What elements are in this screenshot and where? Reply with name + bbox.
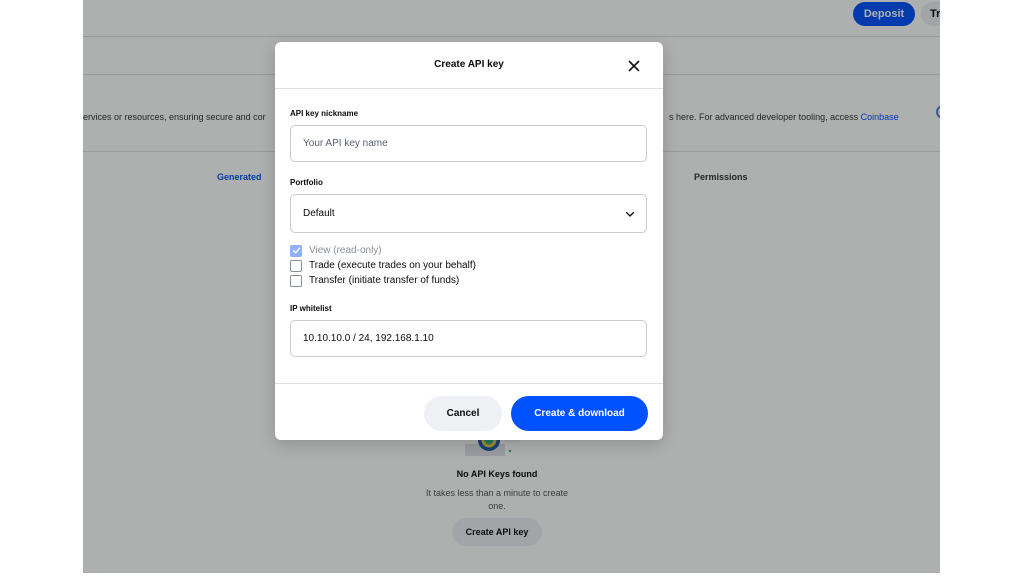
checkbox-label: Trade (execute trades on your behalf): [309, 260, 476, 271]
checkbox[interactable]: [290, 244, 302, 257]
portfolio-select[interactable]: Default: [290, 194, 647, 233]
api-key-nickname-input[interactable]: [290, 125, 647, 162]
cancel-button[interactable]: Cancel: [424, 396, 502, 431]
checkbox[interactable]: [290, 259, 302, 272]
create-and-download-button[interactable]: Create & download: [511, 396, 648, 431]
portfolio-label: Portfolio: [290, 178, 323, 187]
permission-trade-checkbox[interactable]: Trade (execute trades on your behalf): [290, 259, 476, 272]
app-frame: Deposit Tr ervices or resources, ensurin…: [83, 0, 940, 573]
ip-whitelist-input[interactable]: [290, 320, 647, 357]
nickname-label: API key nickname: [290, 109, 359, 118]
permission-view-checkbox[interactable]: View (read-only): [290, 244, 382, 257]
permission-transfer-checkbox[interactable]: Transfer (initiate transfer of funds): [290, 274, 459, 287]
dialog-title: Create API key: [434, 59, 504, 70]
portfolio-selected-value: Default: [303, 208, 335, 219]
checkbox[interactable]: [290, 274, 302, 287]
close-icon: [628, 60, 640, 72]
close-button[interactable]: [625, 57, 643, 75]
dialog-header: Create API key: [275, 42, 663, 89]
create-api-key-dialog: Create API key API key nickname Portfoli…: [275, 42, 663, 440]
chevron-down-icon: [625, 211, 635, 217]
checkbox-label: View (read-only): [309, 245, 382, 256]
checkbox-label: Transfer (initiate transfer of funds): [309, 275, 460, 286]
dialog-footer: Cancel Create & download: [275, 383, 663, 440]
check-icon: [292, 247, 300, 254]
ip-whitelist-label: IP whitelist: [290, 304, 332, 313]
